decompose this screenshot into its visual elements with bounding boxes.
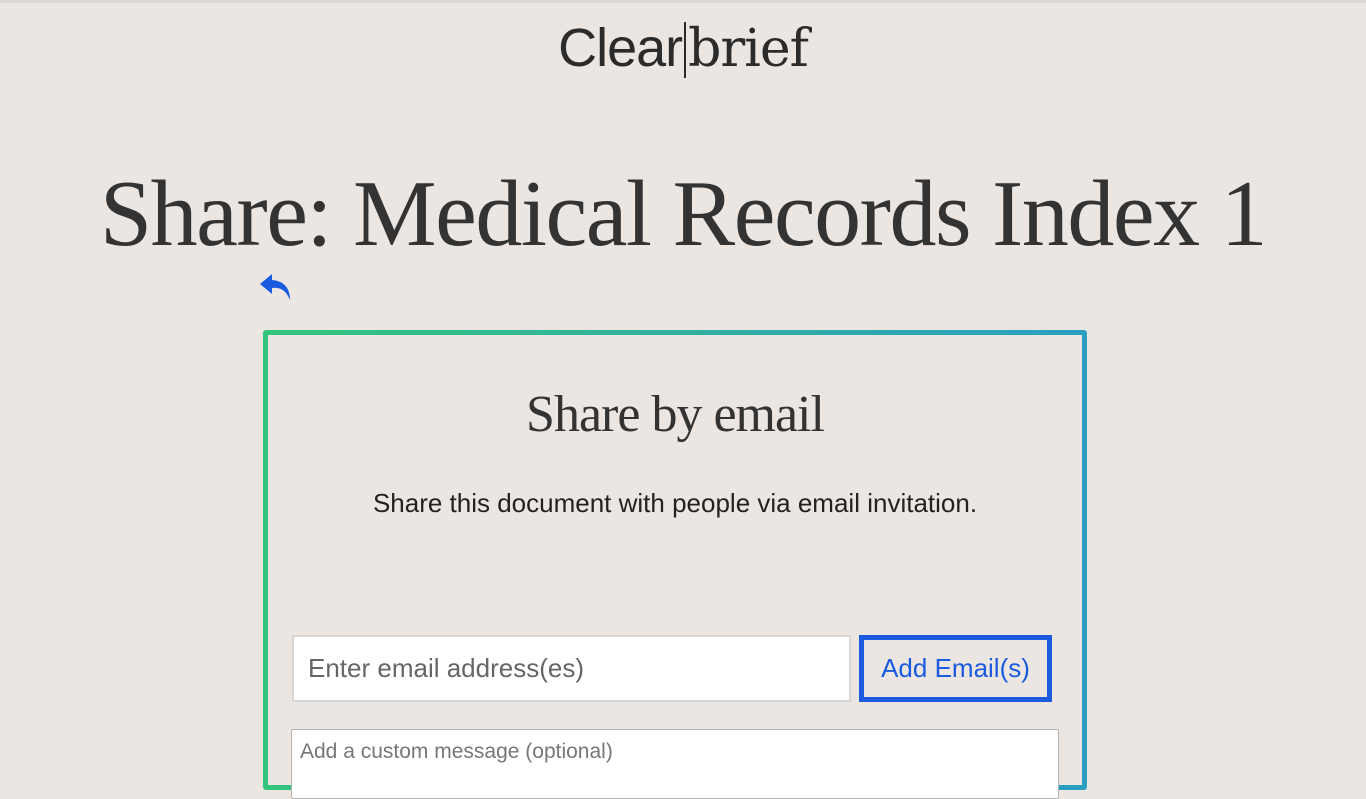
top-border	[0, 0, 1366, 3]
add-email-button[interactable]: Add Email(s)	[859, 635, 1052, 702]
page-title: Share: Medical Records Index 1	[99, 162, 1268, 266]
custom-message-input[interactable]	[291, 729, 1059, 799]
back-button[interactable]	[258, 270, 294, 304]
logo-divider	[684, 22, 687, 78]
card-description: Share this document with people via emai…	[372, 488, 978, 518]
email-address-input[interactable]	[292, 635, 851, 702]
card-title: Share by email	[526, 386, 825, 443]
share-by-email-card: Share by email Share this document with …	[263, 330, 1087, 799]
logo-text-brief: brief	[688, 19, 809, 79]
clearbrief-logo[interactable]: Clear brief	[0, 18, 1366, 79]
logo-text-clear: Clear	[558, 18, 683, 78]
reply-arrow-icon	[260, 274, 290, 300]
